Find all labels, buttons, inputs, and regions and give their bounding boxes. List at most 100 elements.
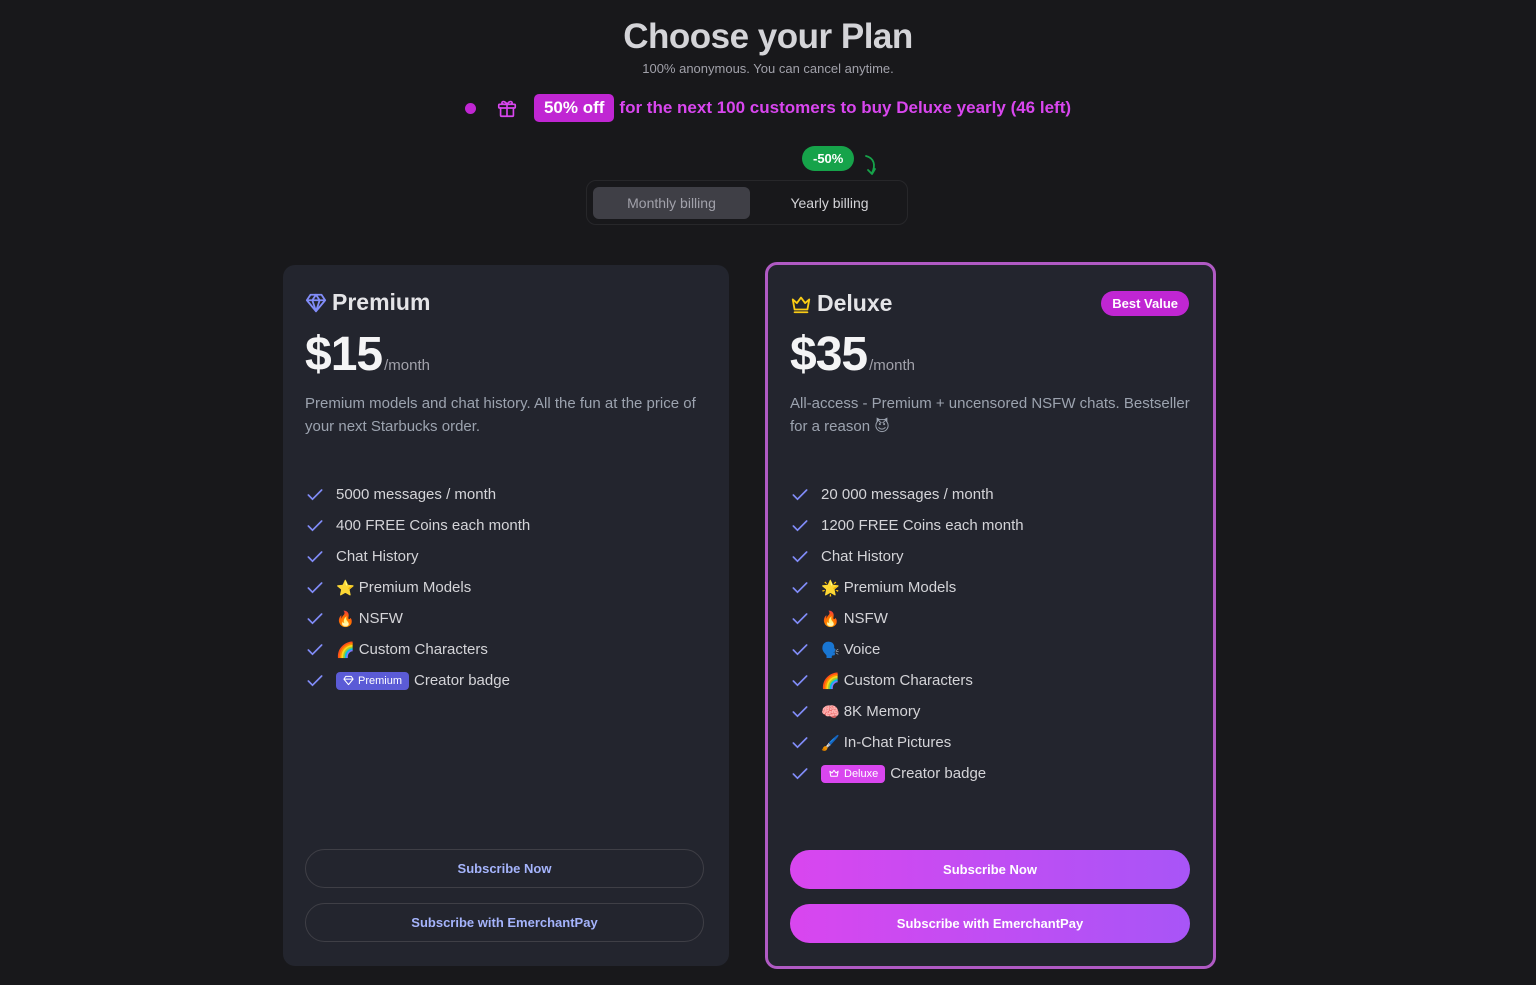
premium-price: $15 bbox=[305, 328, 383, 381]
premium-subscribe-emerchantpay-button[interactable]: Subscribe with EmerchantPay bbox=[305, 903, 704, 942]
deluxe-price-row: $35 /month bbox=[790, 327, 915, 382]
premium-price-row: $15 /month bbox=[305, 327, 430, 382]
feature-text: Chat History bbox=[821, 548, 904, 565]
feature-item: 1200 FREE Coins each month bbox=[790, 510, 1024, 541]
check-icon bbox=[792, 612, 808, 624]
deluxe-description: All-access - Premium + uncensored NSFW c… bbox=[790, 395, 1190, 435]
check-icon bbox=[792, 705, 808, 717]
feature-text: Custom Characters bbox=[843, 672, 973, 689]
monthly-billing-tab[interactable]: Monthly billing bbox=[593, 187, 750, 219]
rainbow-icon: 🌈 bbox=[821, 672, 840, 690]
deluxe-feature-list: 20 000 messages / month 1200 FREE Coins … bbox=[790, 479, 1024, 789]
diamond-icon bbox=[305, 292, 327, 314]
feature-item: Premium Creator badge bbox=[305, 665, 530, 696]
promo-discount-badge: 50% off bbox=[533, 94, 615, 122]
premium-description: Premium models and chat history. All the… bbox=[305, 395, 696, 435]
check-icon bbox=[792, 643, 808, 655]
promo-banner: 50% off for the next 100 customers to bu… bbox=[0, 94, 1536, 122]
deluxe-plan-name: Deluxe bbox=[817, 290, 893, 316]
premium-price-period: /month bbox=[384, 357, 430, 374]
page-title: Choose your Plan bbox=[623, 17, 913, 56]
badge-label: Deluxe bbox=[844, 767, 879, 780]
deluxe-subscribe-button[interactable]: Subscribe Now bbox=[790, 850, 1190, 889]
check-icon bbox=[307, 488, 323, 500]
feature-item: 5000 messages / month bbox=[305, 479, 530, 510]
feature-text: Creator badge bbox=[890, 765, 987, 782]
crown-icon bbox=[790, 293, 812, 315]
check-icon bbox=[792, 581, 808, 593]
feature-item: ⭐ Premium Models bbox=[305, 572, 530, 603]
best-value-badge: Best Value bbox=[1101, 291, 1189, 316]
deluxe-plan-card: Deluxe Best Value $35 /month All-access … bbox=[765, 262, 1216, 969]
feature-text: 400 FREE Coins each month bbox=[336, 517, 531, 534]
feature-item: Deluxe Creator badge bbox=[790, 758, 1024, 789]
feature-text: 8K Memory bbox=[843, 703, 921, 720]
feature-item: 🌈 Custom Characters bbox=[790, 665, 1024, 696]
feature-text: NSFW bbox=[843, 610, 888, 627]
check-icon bbox=[307, 643, 323, 655]
deluxe-creator-badge: Deluxe bbox=[821, 764, 886, 783]
feature-item: Chat History bbox=[305, 541, 530, 572]
check-icon bbox=[307, 550, 323, 562]
curved-arrow-icon bbox=[865, 155, 876, 175]
yearly-discount-badge: -50% bbox=[802, 146, 855, 171]
gift-icon bbox=[495, 96, 519, 120]
fire-icon: 🔥 bbox=[821, 610, 840, 628]
feature-item: 🔥 NSFW bbox=[305, 603, 530, 634]
brain-icon: 🧠 bbox=[821, 703, 840, 721]
promo-text: for the next 100 customers to buy Deluxe… bbox=[619, 98, 1072, 117]
feature-item: 🖌️ In-Chat Pictures bbox=[790, 727, 1024, 758]
feature-item: 🔥 NSFW bbox=[790, 603, 1024, 634]
feature-text: 20 000 messages / month bbox=[821, 486, 994, 503]
premium-plan-header: Premium bbox=[305, 289, 430, 316]
feature-item: 20 000 messages / month bbox=[790, 479, 1024, 510]
feature-text: Chat History bbox=[336, 548, 419, 565]
crown-icon bbox=[829, 769, 839, 777]
feature-item: 🌈 Custom Characters bbox=[305, 634, 530, 665]
feature-text: Premium Models bbox=[358, 579, 472, 596]
badge-label: Premium bbox=[358, 674, 403, 687]
check-icon bbox=[307, 612, 323, 624]
star-icon: ⭐ bbox=[336, 579, 355, 597]
deluxe-price-period: /month bbox=[869, 357, 915, 374]
feature-text: Premium Models bbox=[843, 579, 957, 596]
feature-item: 🗣️ Voice bbox=[790, 634, 1024, 665]
rainbow-icon: 🌈 bbox=[336, 641, 355, 659]
premium-subscribe-button[interactable]: Subscribe Now bbox=[305, 849, 704, 888]
check-icon bbox=[792, 767, 808, 779]
feature-text: 1200 FREE Coins each month bbox=[821, 517, 1024, 534]
glowing-star-icon: 🌟 bbox=[821, 579, 840, 597]
feature-text: Custom Characters bbox=[358, 641, 488, 658]
speaking-head-icon: 🗣️ bbox=[821, 641, 840, 659]
deluxe-plan-header: Deluxe bbox=[790, 290, 892, 317]
check-icon bbox=[792, 488, 808, 500]
yearly-billing-tab[interactable]: Yearly billing bbox=[752, 187, 907, 219]
page-header: Choose your Plan 100% anonymous. You can… bbox=[0, 14, 1536, 76]
billing-toggle: Monthly billing Yearly billing bbox=[586, 180, 908, 225]
feature-item: Chat History bbox=[790, 541, 1024, 572]
deluxe-price: $35 bbox=[790, 328, 868, 381]
check-icon bbox=[307, 674, 323, 686]
deluxe-subscribe-emerchantpay-button[interactable]: Subscribe with EmerchantPay bbox=[790, 904, 1190, 943]
feature-item: 400 FREE Coins each month bbox=[305, 510, 530, 541]
check-icon bbox=[307, 519, 323, 531]
check-icon bbox=[792, 550, 808, 562]
premium-plan-card: Premium $15 /month Premium models and ch… bbox=[283, 265, 729, 966]
feature-text: Voice bbox=[843, 641, 881, 658]
check-icon bbox=[792, 674, 808, 686]
feature-text: 5000 messages / month bbox=[336, 486, 497, 503]
premium-plan-name: Premium bbox=[332, 289, 431, 315]
diamond-icon bbox=[343, 675, 354, 686]
check-icon bbox=[792, 519, 808, 531]
live-dot-icon bbox=[464, 102, 476, 114]
feature-text: Creator badge bbox=[414, 672, 510, 689]
premium-feature-list: 5000 messages / month 400 FREE Coins eac… bbox=[305, 479, 530, 696]
feature-item: 🧠 8K Memory bbox=[790, 696, 1024, 727]
paintbrush-icon: 🖌️ bbox=[821, 734, 840, 752]
check-icon bbox=[307, 581, 323, 593]
premium-creator-badge: Premium bbox=[336, 671, 410, 690]
page-subtitle: 100% anonymous. You can cancel anytime. bbox=[642, 61, 894, 76]
feature-text: In-Chat Pictures bbox=[843, 734, 952, 751]
check-icon bbox=[792, 736, 808, 748]
feature-item: 🌟 Premium Models bbox=[790, 572, 1024, 603]
